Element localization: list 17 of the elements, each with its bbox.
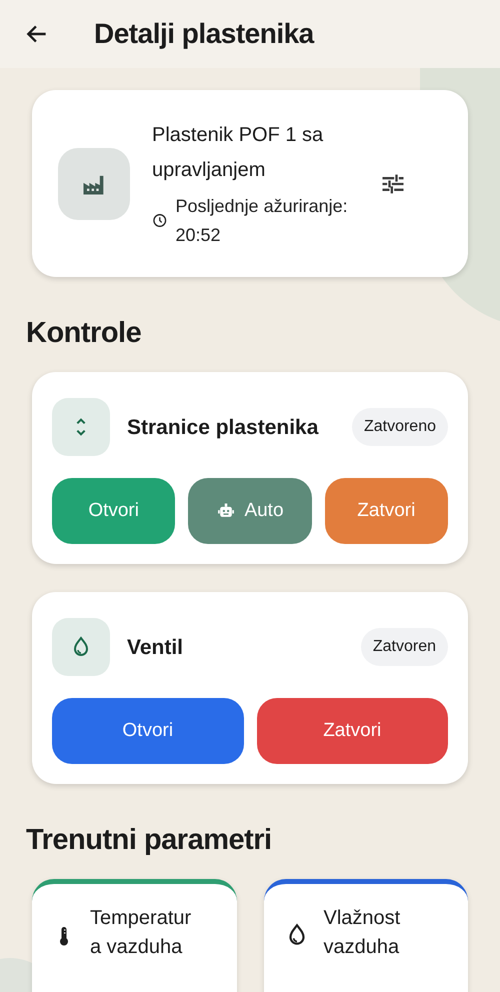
parameter-label: Temperatura vazduha	[90, 906, 192, 960]
auto-button[interactable]: Auto	[188, 478, 312, 544]
action-button[interactable]: Otvori	[52, 698, 244, 764]
section-title: Trenutni parametri	[26, 824, 273, 857]
device-name: Ventil	[127, 634, 184, 660]
status-badge: Zatvoreno	[352, 408, 448, 446]
device-name: Stranice plastenika	[127, 414, 320, 440]
section-title: Kontrole	[26, 317, 142, 350]
last-update-text: Posljednje ažuriranje: 20:52	[176, 194, 349, 246]
action-button[interactable]: Zatvori	[256, 698, 448, 764]
parameter-label: Vlažnost vazduha	[324, 906, 402, 960]
status-badge: Zatvoren	[360, 628, 448, 666]
clock-icon	[152, 211, 168, 230]
page-title: Detalji plastenika	[94, 18, 314, 50]
action-button[interactable]: Zatvori	[324, 478, 448, 544]
action-button[interactable]: Otvori	[52, 478, 176, 544]
greenhouse-name: Plastenik POF 1 sa upravljanjem	[152, 122, 324, 182]
